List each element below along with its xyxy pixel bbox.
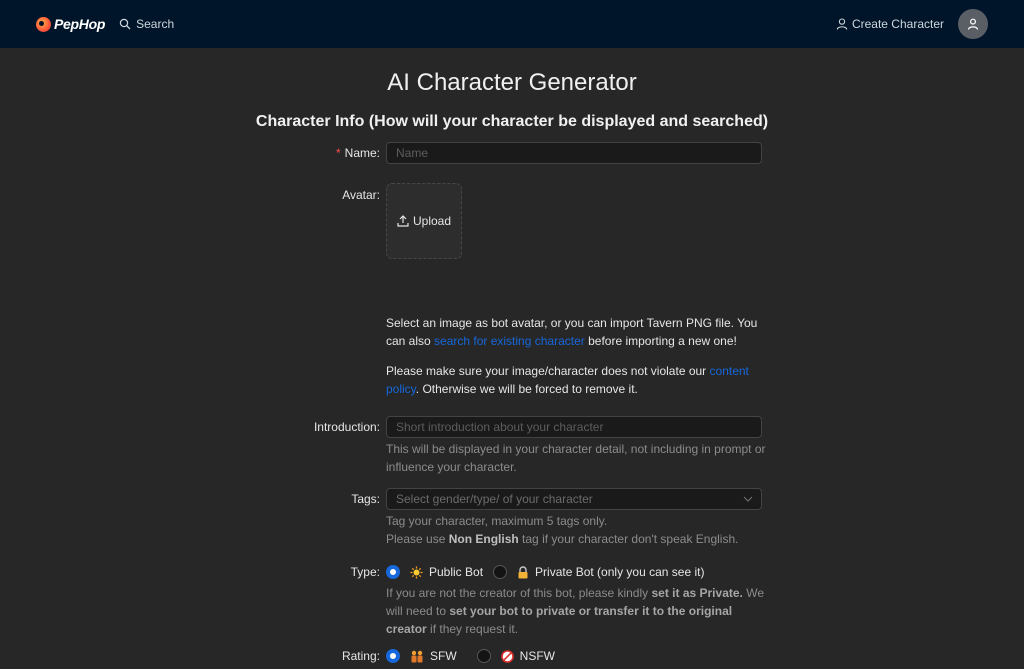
- name-input[interactable]: [386, 142, 762, 164]
- dancers-icon: [410, 650, 424, 663]
- no-entry-icon: [500, 649, 514, 663]
- user-icon: [836, 18, 848, 30]
- rating-radio-group: SFW NSFW: [386, 648, 565, 664]
- avatar-upload-button[interactable]: Upload: [386, 183, 462, 259]
- public-bot-label[interactable]: Public Bot: [429, 565, 483, 579]
- sun-icon: [410, 566, 423, 579]
- brand-name: PepHop: [54, 16, 106, 32]
- tags-help-part: tag if your character don't speak Englis…: [518, 532, 739, 546]
- chevron-down-icon: [743, 496, 753, 502]
- name-label: * Name:: [336, 146, 380, 160]
- introduction-input[interactable]: [386, 416, 762, 438]
- lock-icon: [517, 565, 529, 579]
- policy-help-part: . Otherwise we will be forced to remove …: [415, 382, 638, 396]
- type-radio-group: Public Bot Private Bot (only you can see…: [386, 564, 714, 580]
- introduction-help: This will be displayed in your character…: [386, 442, 766, 474]
- top-navbar: PepHop Search Create Character: [0, 0, 1024, 48]
- upload-label: Upload: [412, 214, 452, 228]
- user-avatar-icon: [967, 18, 979, 30]
- type-help-emphasis: set it as Private.: [651, 586, 743, 600]
- tags-placeholder: Select gender/type/ of your character: [396, 492, 593, 506]
- upload-icon: [397, 215, 409, 227]
- private-bot-label[interactable]: Private Bot (only you can see it): [535, 565, 704, 579]
- public-bot-radio[interactable]: [386, 565, 400, 579]
- required-mark: *: [335, 146, 341, 160]
- avatar-help-text: Select an image as bot avatar, or you ca…: [386, 314, 766, 350]
- sfw-label[interactable]: SFW: [430, 649, 457, 663]
- policy-help-part: Please make sure your image/character do…: [386, 364, 710, 378]
- search-icon: [119, 18, 131, 30]
- search-label: Search: [136, 17, 175, 31]
- create-character-link[interactable]: Create Character: [836, 17, 944, 31]
- tags-select[interactable]: Select gender/type/ of your character: [386, 488, 762, 510]
- section-title: Character Info (How will your character …: [255, 113, 769, 130]
- private-bot-radio[interactable]: [493, 565, 508, 579]
- non-english-tag-text: Non English: [448, 532, 519, 546]
- sfw-radio[interactable]: [386, 649, 400, 663]
- type-help-part: If you are not the creator of this bot, …: [386, 586, 652, 600]
- nsfw-label[interactable]: NSFW: [520, 649, 555, 663]
- avatar-label: Avatar:: [342, 188, 380, 202]
- type-label: Type:: [350, 565, 380, 579]
- nsfw-radio[interactable]: [476, 649, 491, 663]
- tags-help-part: Please use: [386, 532, 449, 546]
- page-title: AI Character Generator: [387, 69, 637, 96]
- tags-label: Tags:: [351, 492, 380, 506]
- type-help-part: if they request it.: [426, 622, 519, 636]
- avatar-help-part: before importing a new one!: [584, 334, 737, 348]
- name-label-text: Name:: [344, 146, 380, 160]
- rating-label: Rating:: [341, 649, 380, 663]
- tags-help-1: Tag your character, maximum 5 tags only.: [386, 514, 608, 528]
- brand-logo[interactable]: PepHop: [36, 16, 105, 32]
- create-character-label: Create Character: [851, 17, 944, 31]
- tags-help-2: Please use Non English tag if your chara…: [386, 530, 766, 548]
- introduction-label: Introduction:: [313, 420, 380, 434]
- search-link[interactable]: Search: [119, 17, 174, 31]
- type-help: If you are not the creator of this bot, …: [386, 584, 766, 638]
- user-avatar[interactable]: [958, 9, 988, 39]
- pephop-logo-icon: [36, 16, 51, 32]
- search-existing-character-link[interactable]: search for existing character: [434, 334, 585, 348]
- policy-help-text: Please make sure your image/character do…: [386, 362, 766, 398]
